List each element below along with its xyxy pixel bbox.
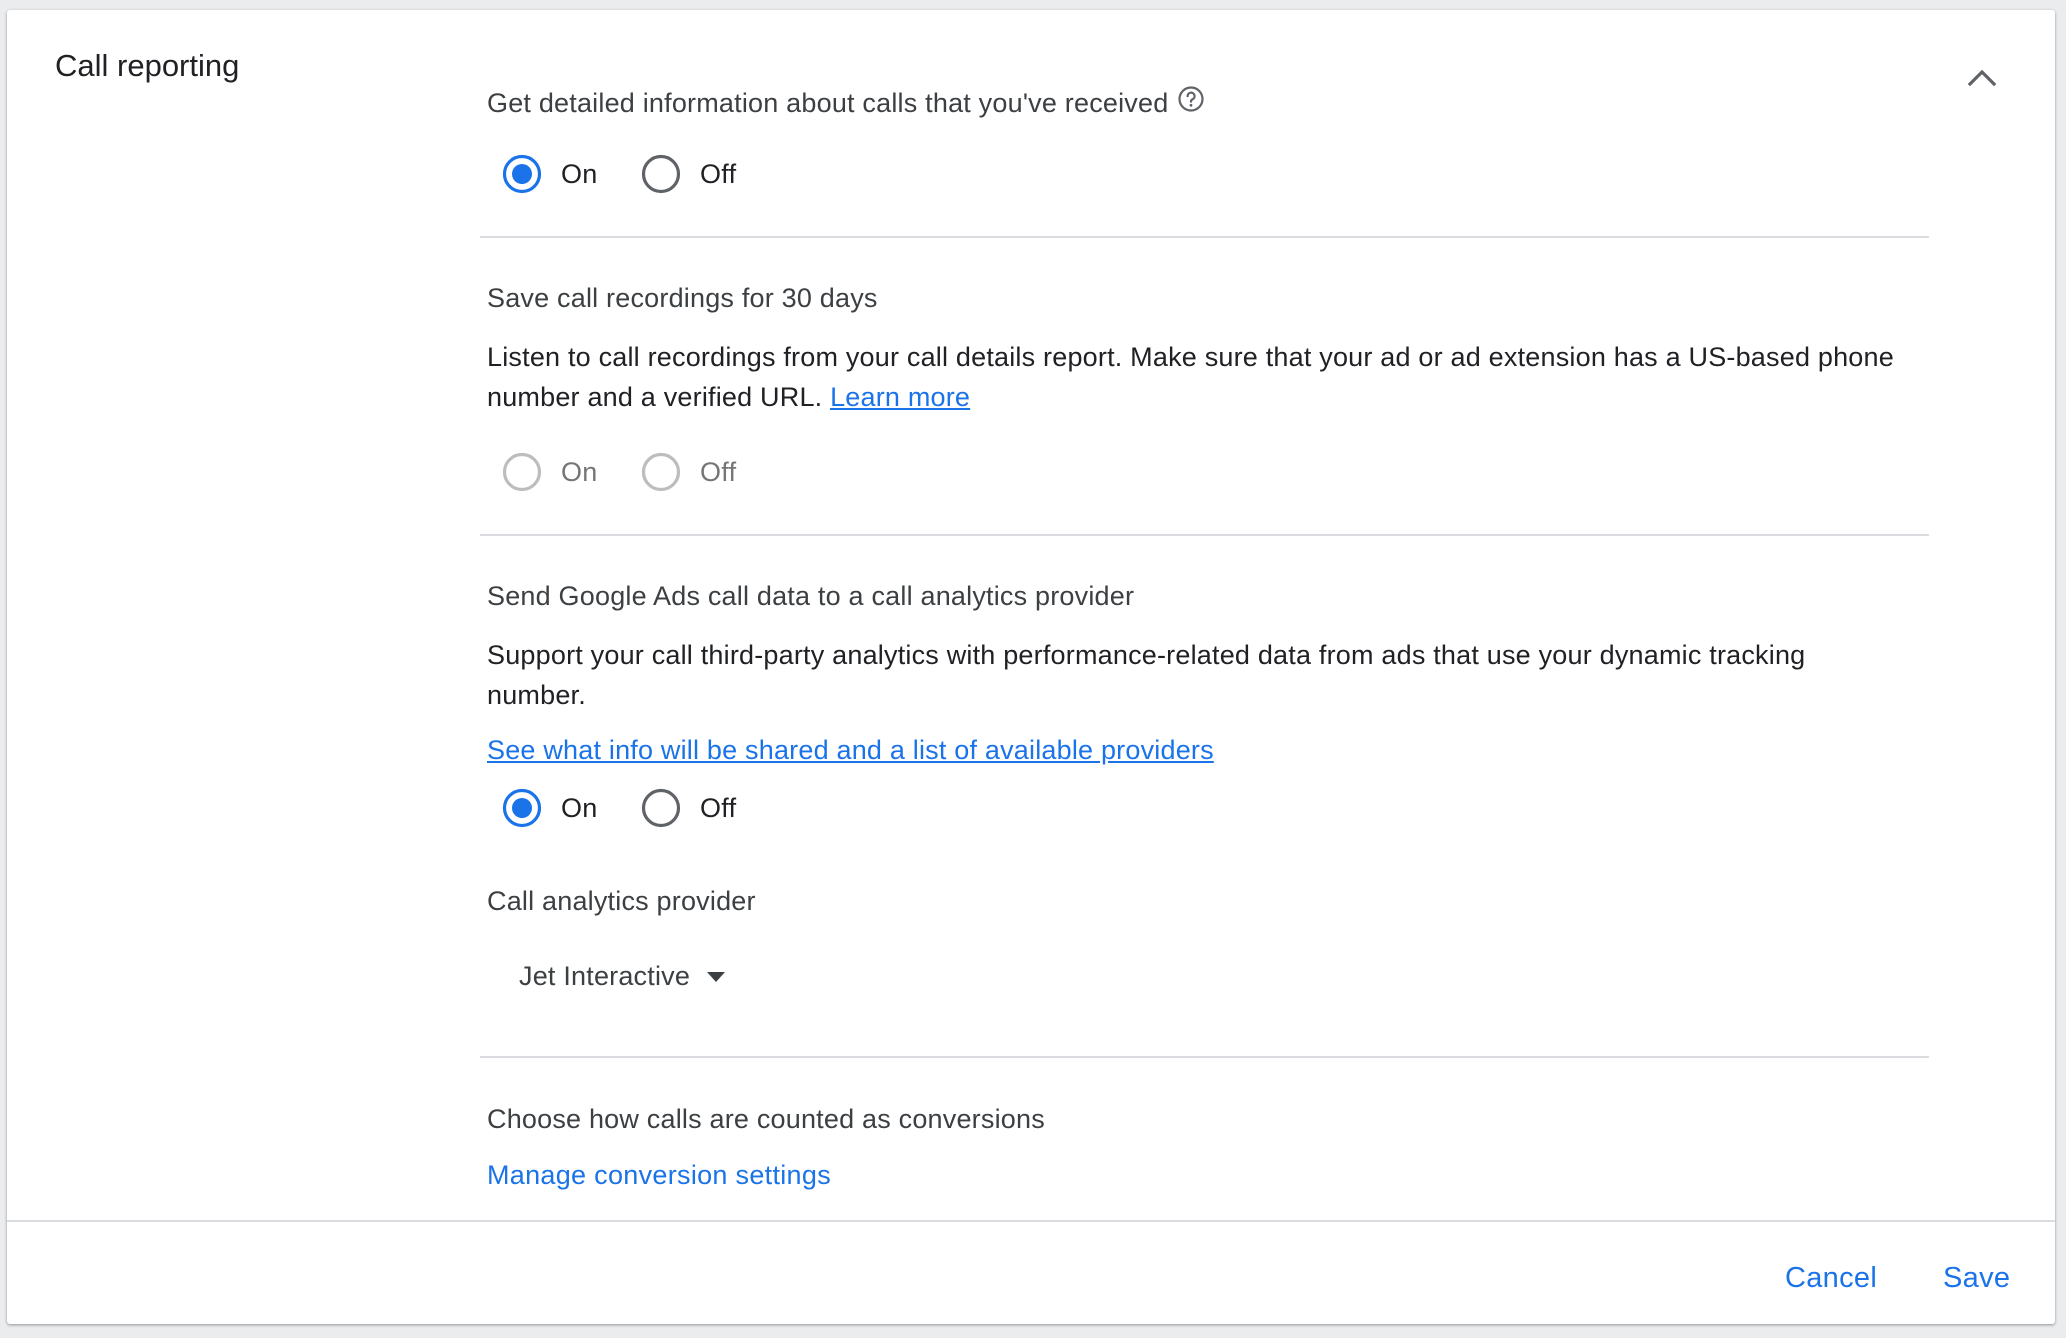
analytics-title: Send Google Ads call data to a call anal… bbox=[487, 581, 1135, 611]
radio-unchecked-icon bbox=[641, 154, 681, 194]
save-button[interactable]: Save bbox=[1943, 1262, 2010, 1295]
section-divider bbox=[480, 1056, 1929, 1058]
radio-unchecked-icon bbox=[641, 788, 681, 828]
analytics-providers-row: See what info will be shared and a list … bbox=[487, 730, 1214, 770]
radio-label-off: Off bbox=[700, 792, 737, 823]
manage-conversion-settings-link[interactable]: Manage conversion settings bbox=[487, 1160, 831, 1190]
recordings-title: Save call recordings for 30 days bbox=[487, 283, 878, 313]
chevron-up-icon bbox=[1967, 69, 1997, 87]
footer-divider bbox=[7, 1220, 2055, 1222]
recordings-on-radio[interactable]: On bbox=[502, 447, 598, 497]
learn-more-link[interactable]: Learn more bbox=[830, 382, 970, 412]
call-reporting-card: Call reporting Get detailed information … bbox=[7, 10, 2055, 1324]
section-divider bbox=[480, 236, 1929, 238]
collapse-button[interactable] bbox=[1957, 52, 2007, 102]
radio-unchecked-icon bbox=[502, 452, 542, 492]
radio-unchecked-icon bbox=[641, 452, 681, 492]
provider-dropdown-value: Jet Interactive bbox=[519, 961, 691, 991]
analytics-description: Support your call third-party analytics … bbox=[487, 640, 1806, 710]
analytics-off-radio[interactable]: Off bbox=[641, 783, 736, 833]
detailed-info-on-radio[interactable]: On bbox=[502, 149, 598, 199]
recordings-description-text: Listen to call recordings from your call… bbox=[487, 342, 1894, 412]
detailed-info-off-radio[interactable]: Off bbox=[641, 149, 736, 199]
detailed-info-title: Get detailed information about calls tha… bbox=[487, 88, 1169, 118]
radio-label-on: On bbox=[561, 792, 598, 823]
section-divider bbox=[480, 534, 1929, 536]
radio-checked-icon bbox=[502, 788, 542, 828]
recordings-description: Listen to call recordings from your call… bbox=[487, 337, 1907, 417]
providers-info-link[interactable]: See what info will be shared and a list … bbox=[487, 735, 1214, 765]
recordings-off-radio[interactable]: Off bbox=[641, 447, 736, 497]
provider-dropdown[interactable]: Jet Interactive bbox=[519, 961, 726, 992]
radio-label-off: Off bbox=[700, 456, 737, 487]
detailed-info-section: Get detailed information about calls tha… bbox=[487, 86, 1206, 121]
cancel-button[interactable]: Cancel bbox=[1785, 1262, 1877, 1295]
radio-label-off: Off bbox=[700, 158, 737, 189]
radio-label-on: On bbox=[561, 456, 598, 487]
radio-label-on: On bbox=[561, 158, 598, 189]
help-circle-icon[interactable] bbox=[1176, 84, 1206, 121]
conversions-title: Choose how calls are counted as conversi… bbox=[487, 1104, 1045, 1134]
radio-checked-icon bbox=[502, 154, 542, 194]
dropdown-arrow-icon bbox=[707, 971, 726, 982]
conversions-link-row: Manage conversion settings bbox=[487, 1160, 831, 1191]
card-title: Call reporting bbox=[55, 48, 240, 83]
provider-label: Call analytics provider bbox=[487, 886, 756, 916]
analytics-on-radio[interactable]: On bbox=[502, 783, 598, 833]
